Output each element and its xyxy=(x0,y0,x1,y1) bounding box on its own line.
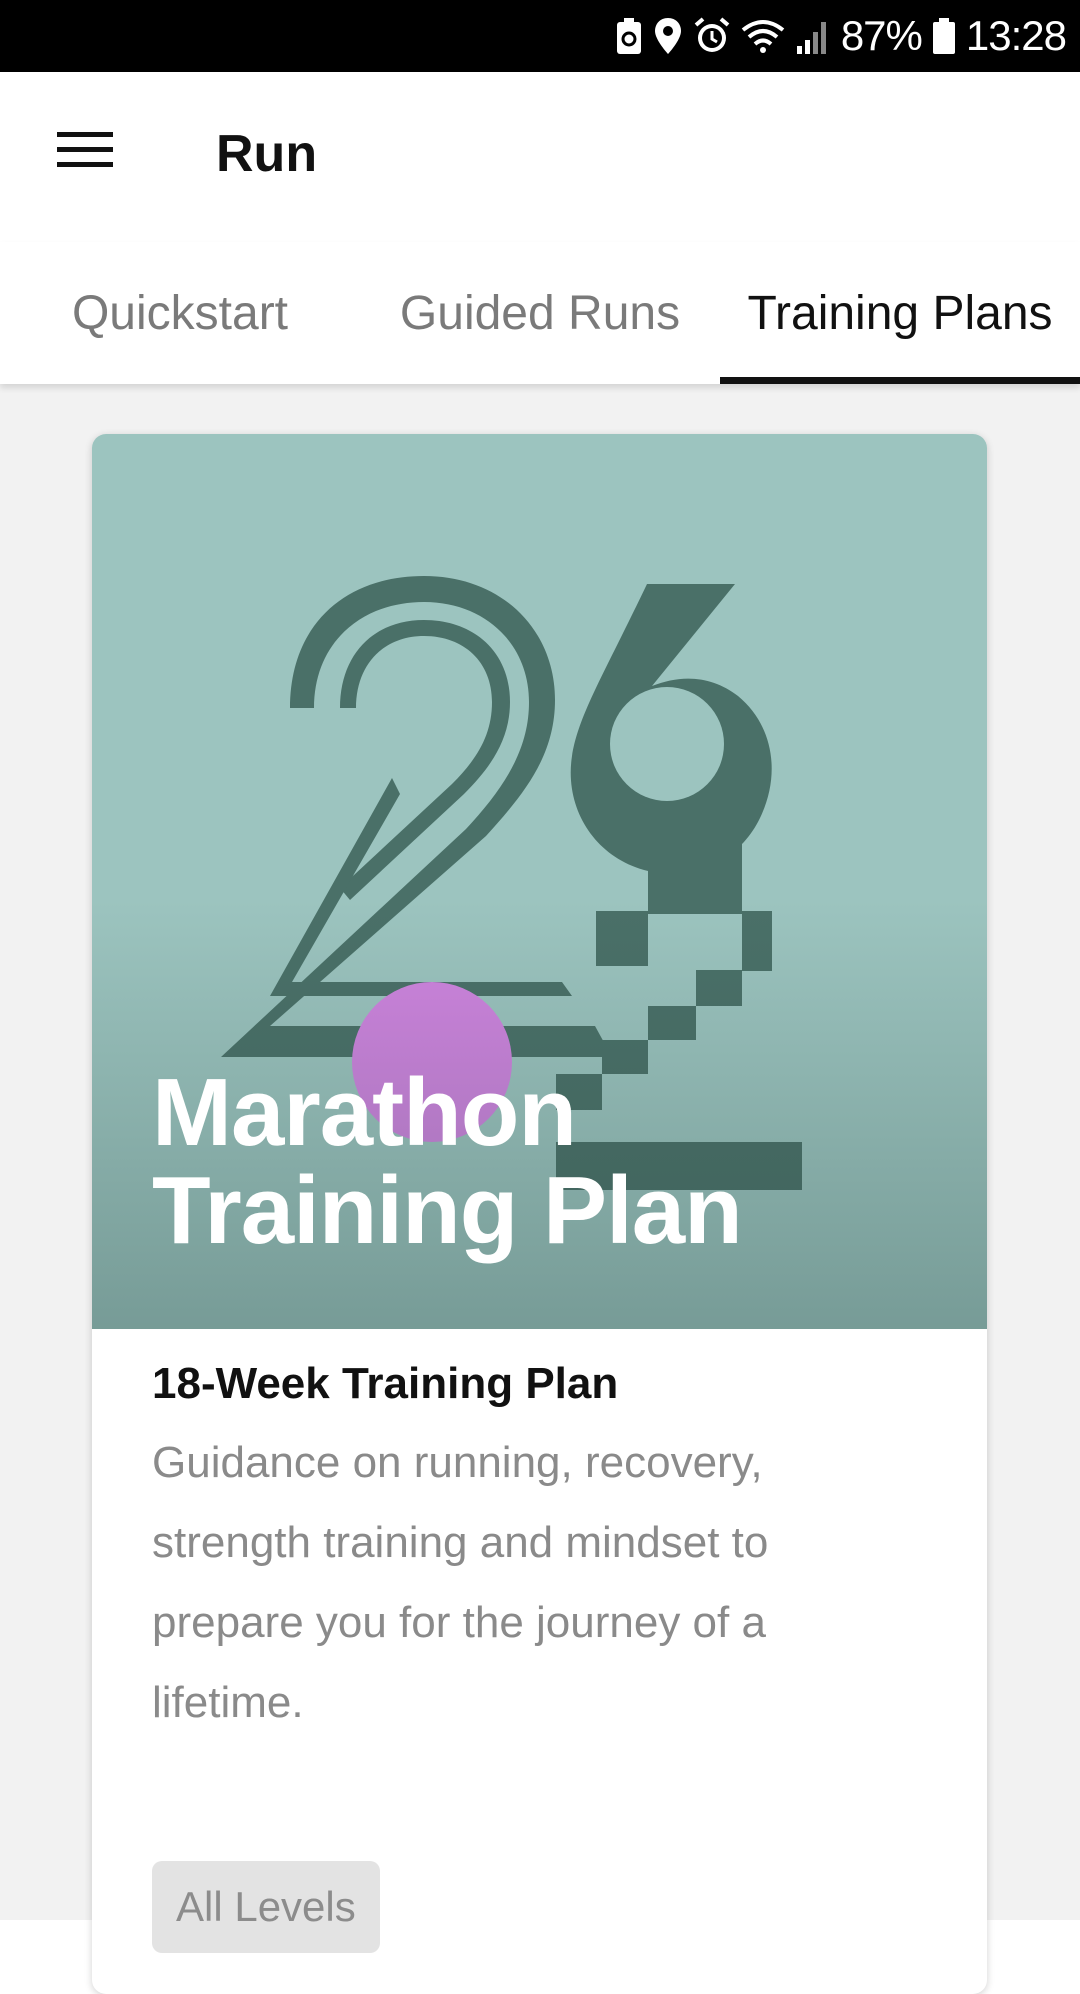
tab-bar: Quickstart Guided Runs Training Plans xyxy=(0,242,1080,384)
plan-description: Guidance on running, recovery, strength … xyxy=(152,1438,769,1727)
location-icon xyxy=(653,16,683,56)
hero-title: Marathon Training Plan xyxy=(152,1059,743,1264)
page-title: Run xyxy=(216,125,318,183)
clock: 13:28 xyxy=(965,12,1067,59)
hero-title-line-2: Training Plan xyxy=(152,1157,743,1264)
level-badge: All Levels xyxy=(152,1861,380,1953)
tab-quickstart[interactable]: Quickstart xyxy=(0,242,360,384)
recycle-battery-icon xyxy=(615,16,643,56)
hero-title-line-1: Marathon xyxy=(152,1059,577,1166)
hamburger-menu-icon xyxy=(57,130,113,175)
active-tab-indicator xyxy=(720,377,1080,384)
signal-icon xyxy=(795,16,831,56)
app-bar: Run xyxy=(0,72,1080,242)
status-bar: 87% 13:28 xyxy=(0,0,1080,72)
battery-icon xyxy=(932,16,956,56)
status-icons: 87% 13:28 xyxy=(615,0,1067,72)
alarm-icon xyxy=(693,16,731,56)
card-hero-image: Marathon Training Plan xyxy=(92,434,987,1329)
plan-title: 18-Week Training Plan xyxy=(152,1359,619,1408)
tab-guided-runs[interactable]: Guided Runs xyxy=(360,242,720,384)
training-plan-card[interactable]: Marathon Training Plan 18-Week Training … xyxy=(92,434,987,1994)
wifi-icon xyxy=(741,16,785,56)
menu-button[interactable] xyxy=(40,112,130,192)
battery-percentage: 87% xyxy=(840,12,923,59)
card-body: 18-Week Training Plan Guidance on runnin… xyxy=(152,1359,932,1743)
content-area: Marathon Training Plan 18-Week Training … xyxy=(0,384,1080,1994)
tab-training-plans[interactable]: Training Plans xyxy=(720,242,1080,384)
